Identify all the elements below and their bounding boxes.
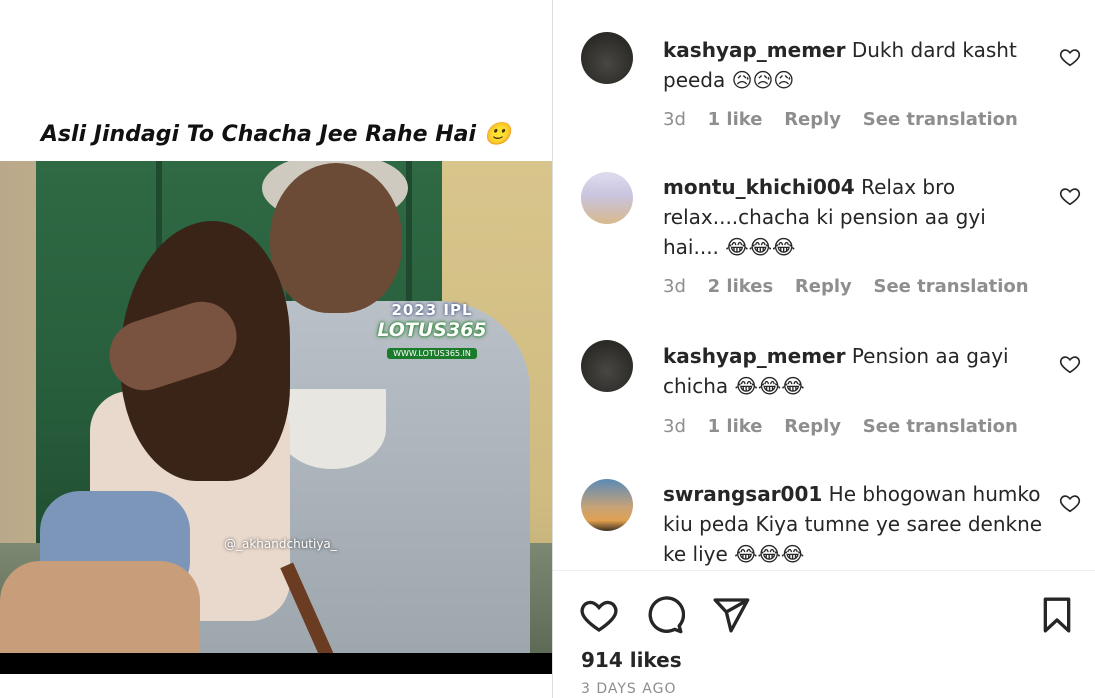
comment-icon[interactable] [645, 595, 685, 635]
bookmark-icon[interactable] [1037, 595, 1077, 635]
likes-count[interactable]: 914 likes [581, 648, 682, 672]
comment-meta: 3d 1 like Reply See translation [663, 109, 1034, 130]
comment-likes[interactable]: 2 likes [708, 276, 774, 297]
watermark-ipl: 2023 IPL [391, 301, 473, 319]
comment-username[interactable]: kashyap_memer [663, 38, 845, 62]
like-comment-heart-icon[interactable] [1059, 492, 1081, 514]
video-frame[interactable]: 2023 IPL LOTUS365 WWW.LOTUS365.IN @_akha… [0, 161, 552, 653]
avatar[interactable] [581, 340, 633, 392]
man-beard [278, 389, 386, 469]
reply-button[interactable]: Reply [795, 276, 852, 297]
avatar[interactable] [581, 32, 633, 84]
comment-age[interactable]: 3d [663, 416, 686, 437]
watermark-url: WWW.LOTUS365.IN [387, 348, 477, 359]
comment-age[interactable]: 3d [663, 276, 686, 297]
comment-item: swrangsar001 He bhogowan humko kiu peda … [581, 479, 1081, 570]
post-date[interactable]: 3 DAYS AGO [581, 681, 676, 697]
post-media[interactable]: Asli Jindagi To Chacha Jee Rahe Hai 🙂 20… [0, 0, 552, 698]
avatar[interactable] [581, 172, 633, 224]
watermark-logo: 2023 IPL LOTUS365 WWW.LOTUS365.IN [372, 301, 492, 383]
comments-panel: kashyap_memer Dukh dard kasht peeda 😥😥😥 … [553, 0, 1095, 698]
reply-button[interactable]: Reply [784, 109, 841, 130]
comment-username[interactable]: montu_khichi004 [663, 175, 855, 199]
comment-likes[interactable]: 1 like [708, 416, 763, 437]
comment-item: kashyap_memer Pension aa gayi chicha 😂😂😂… [581, 340, 1081, 450]
comment-text-block: kashyap_memer Dukh dard kasht peeda 😥😥😥 [663, 35, 1048, 95]
comment-text-block: swrangsar001 He bhogowan humko kiu peda … [663, 479, 1048, 569]
comment-item: kashyap_memer Dukh dard kasht peeda 😥😥😥 … [581, 32, 1081, 142]
man-head [270, 163, 402, 313]
comment-text-block: kashyap_memer Pension aa gayi chicha 😂😂😂 [663, 341, 1048, 401]
comment-meta: 3d 1 like Reply See translation [663, 416, 1034, 437]
see-translation-button[interactable]: See translation [863, 416, 1018, 437]
comment-meta: 3d 2 likes Reply See translation [663, 276, 1045, 297]
watermark-brand: LOTUS365 [377, 319, 487, 341]
see-translation-button[interactable]: See translation [863, 109, 1018, 130]
like-comment-heart-icon[interactable] [1059, 46, 1081, 68]
caption-overlay: Asli Jindagi To Chacha Jee Rahe Hai 🙂 [40, 122, 512, 147]
watermark-handle: @_akhandchutiya_ [224, 537, 337, 551]
comment-item: montu_khichi004 Relax bro relax....chach… [581, 172, 1081, 302]
girl-legs [0, 561, 200, 653]
video-bottom-bar [0, 653, 552, 674]
like-comment-heart-icon[interactable] [1059, 353, 1081, 375]
comment-text-block: montu_khichi004 Relax bro relax....chach… [663, 172, 1048, 262]
like-comment-heart-icon[interactable] [1059, 185, 1081, 207]
share-icon[interactable] [711, 595, 751, 635]
comment-username[interactable]: kashyap_memer [663, 344, 845, 368]
reply-button[interactable]: Reply [784, 416, 841, 437]
heart-icon[interactable] [579, 595, 619, 635]
comments-list[interactable]: kashyap_memer Dukh dard kasht peeda 😥😥😥 … [553, 0, 1095, 570]
comment-age[interactable]: 3d [663, 109, 686, 130]
avatar[interactable] [581, 479, 633, 531]
action-bar [553, 570, 1095, 698]
comment-username[interactable]: swrangsar001 [663, 482, 822, 506]
see-translation-button[interactable]: See translation [874, 276, 1029, 297]
comment-likes[interactable]: 1 like [708, 109, 763, 130]
